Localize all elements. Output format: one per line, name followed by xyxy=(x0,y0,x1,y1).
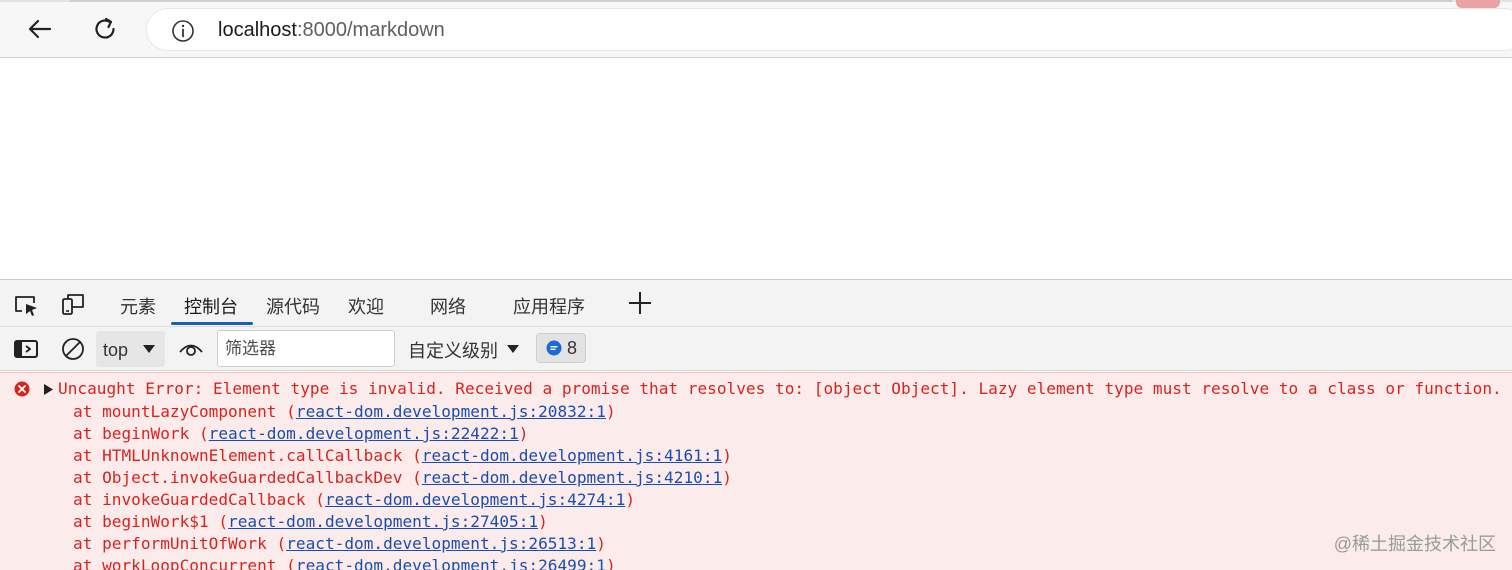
tab-network[interactable]: 网络 xyxy=(430,293,466,319)
tab-welcome[interactable]: 欢迎 xyxy=(348,293,384,319)
dropdown-arrow-icon[interactable] xyxy=(506,344,520,354)
stack-frame-link[interactable]: react-dom.development.js:4210:1 xyxy=(422,468,722,487)
error-message: Uncaught Error: Element type is invalid.… xyxy=(58,379,1502,398)
back-button[interactable] xyxy=(21,10,59,48)
url-path: :8000/markdown xyxy=(296,19,445,41)
stack-frame: at performUnitOfWork (react-dom.developm… xyxy=(73,534,606,553)
stack-frame: at invokeGuardedCallback (react-dom.deve… xyxy=(73,490,636,509)
stack-frame: at HTMLUnknownElement.callCallback (reac… xyxy=(73,446,732,465)
reload-icon xyxy=(95,17,115,39)
stack-frame-function: at beginWork$1 xyxy=(73,512,209,531)
stack-frame-link[interactable]: react-dom.development.js:27405:1 xyxy=(228,512,538,531)
stack-frame-link[interactable]: react-dom.development.js:26499:1 xyxy=(296,556,606,570)
stack-frame-function: at workLoopConcurrent xyxy=(73,556,277,570)
watermark: @稀土掘金技术社区 xyxy=(1333,534,1496,554)
stack-frame-function: at invokeGuardedCallback xyxy=(73,490,306,509)
arrow-left-icon xyxy=(28,19,52,39)
devtools-tab-bar: 元素 控制台 源代码 欢迎 网络 应用程序 xyxy=(0,279,1512,327)
console-toolbar: top 自定义级别 8 xyxy=(0,327,1512,371)
console-output: Uncaught Error: Element type is invalid.… xyxy=(0,372,1512,570)
plus-icon[interactable] xyxy=(627,290,653,316)
tab-application[interactable]: 应用程序 xyxy=(513,293,585,319)
url-host: localhost xyxy=(218,19,297,41)
stack-frame: at mountLazyComponent (react-dom.develop… xyxy=(73,402,616,421)
message-count-badge[interactable]: 8 xyxy=(536,333,586,363)
stack-frame-function: at mountLazyComponent xyxy=(73,402,277,421)
filter-input[interactable] xyxy=(217,330,395,367)
device-emulation-icon[interactable] xyxy=(60,292,86,318)
stack-frame-link[interactable]: react-dom.development.js:26513:1 xyxy=(286,534,596,553)
dropdown-arrow-icon xyxy=(143,345,155,353)
tab-strip-border xyxy=(70,0,1452,2)
stack-frame-function: at beginWork xyxy=(73,424,190,443)
info-icon[interactable] xyxy=(171,19,195,43)
tab-sources[interactable]: 源代码 xyxy=(266,293,320,319)
sidebar-toggle-icon[interactable] xyxy=(13,336,39,362)
stack-frame-link[interactable]: react-dom.development.js:22422:1 xyxy=(209,424,519,443)
stack-frame-function: at HTMLUnknownElement.callCallback xyxy=(73,446,403,465)
devtools-panel: 元素 控制台 源代码 欢迎 网络 应用程序 top 筛选器 自定义级别 8 Un… xyxy=(0,279,1512,570)
message-count: 8 xyxy=(567,338,578,358)
stack-frame: at beginWork$1 (react-dom.development.js… xyxy=(73,512,548,531)
tab-strip xyxy=(0,0,1512,8)
stack-frame: at workLoopConcurrent (react-dom.develop… xyxy=(73,555,732,570)
expand-caret-icon[interactable] xyxy=(44,384,53,395)
active-tab-indicator xyxy=(171,322,253,325)
stack-frame-function: at performUnitOfWork xyxy=(73,534,267,553)
browser-toolbar: localhost:8000/markdown xyxy=(0,0,1512,58)
tab-console[interactable]: 控制台 xyxy=(184,293,238,319)
context-selector-label: top xyxy=(103,340,129,360)
stack-frame: at beginWork (react-dom.development.js:2… xyxy=(73,424,529,443)
stack-frame: at Object.invokeGuardedCallbackDev (reac… xyxy=(73,468,732,487)
stack-frame-function: at Object.invokeGuardedCallbackDev xyxy=(73,468,403,487)
stack-trace: at mountLazyComponent (react-dom.develop… xyxy=(73,401,732,570)
tab-elements[interactable]: 元素 xyxy=(120,293,156,319)
stack-frame-link[interactable]: react-dom.development.js:20832:1 xyxy=(296,402,606,421)
close-window-button[interactable] xyxy=(1456,0,1500,8)
stack-frame-link[interactable]: react-dom.development.js:4161:1 xyxy=(422,446,722,465)
inspect-element-icon[interactable] xyxy=(13,292,39,318)
message-bubble-icon xyxy=(546,340,562,356)
address-bar[interactable]: localhost:8000/markdown xyxy=(146,8,1512,51)
live-expression-eye-icon[interactable] xyxy=(178,336,204,362)
stack-frame-link[interactable]: react-dom.development.js:4274:1 xyxy=(325,490,625,509)
context-selector[interactable]: top xyxy=(96,331,165,367)
log-levels-dropdown[interactable]: 自定义级别 xyxy=(408,337,498,363)
url-text[interactable]: localhost:8000/markdown xyxy=(218,19,445,42)
reload-button[interactable] xyxy=(86,10,124,48)
clear-console-icon[interactable] xyxy=(60,336,86,362)
error-icon xyxy=(14,381,30,397)
